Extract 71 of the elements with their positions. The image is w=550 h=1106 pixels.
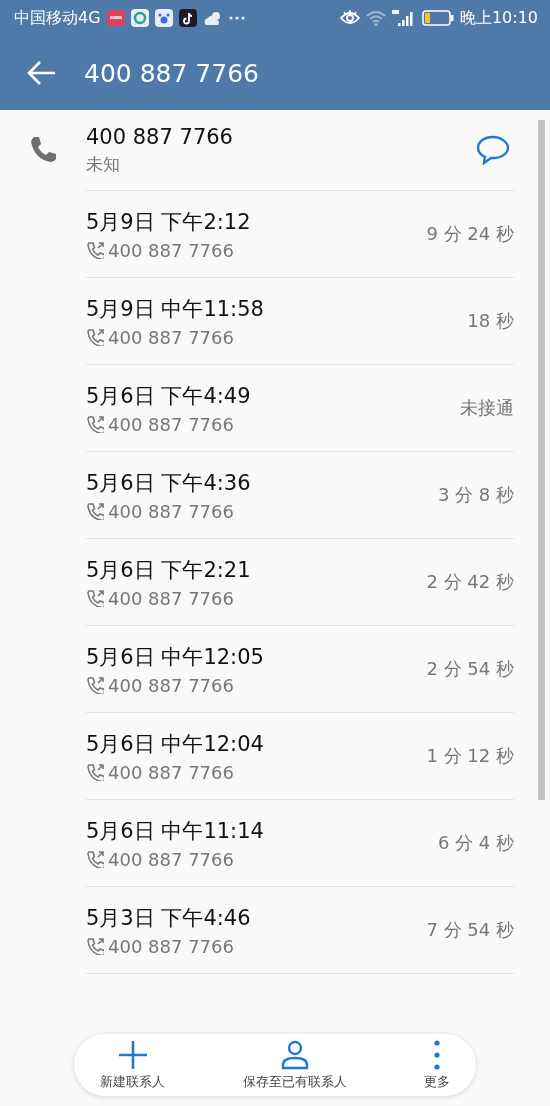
person-icon bbox=[279, 1039, 310, 1070]
message-button[interactable] bbox=[476, 135, 510, 165]
contact-label: 未知 bbox=[86, 152, 121, 176]
back-button[interactable] bbox=[26, 60, 56, 86]
outgoing-call-icon bbox=[86, 241, 104, 259]
call-number: 400 887 7766 bbox=[108, 935, 234, 957]
back-icon bbox=[26, 60, 56, 86]
call-date: 5月9日 下午2:12 bbox=[86, 208, 252, 236]
status-time: 晚上10:10 bbox=[459, 7, 538, 29]
call-number: 400 887 7766 bbox=[108, 326, 234, 348]
action-button[interactable]: 保存至已有联系人 bbox=[238, 1037, 351, 1093]
call-log-row[interactable]: 5月3日 下午4:46 400 887 7766 7 分 54 秒 bbox=[86, 886, 514, 974]
call-number: 400 887 7766 bbox=[108, 239, 234, 261]
add-icon bbox=[117, 1039, 148, 1070]
call-log-row[interactable]: 5月6日 下午4:49 400 887 7766 未接通 bbox=[86, 364, 514, 451]
outgoing-call-icon bbox=[86, 502, 104, 520]
call-date: 5月9日 中午11:58 bbox=[86, 295, 265, 323]
call-duration: 2 分 54 秒 bbox=[426, 657, 514, 681]
call-number: 400 887 7766 bbox=[108, 761, 234, 783]
weather-icon bbox=[202, 10, 223, 26]
call-duration: 1 分 12 秒 bbox=[426, 744, 514, 768]
contact-number: 400 887 7766 bbox=[86, 124, 234, 149]
call-number: 400 887 7766 bbox=[108, 674, 234, 696]
outgoing-call-icon bbox=[86, 676, 104, 694]
outgoing-call-icon bbox=[86, 328, 104, 346]
phone-icon bbox=[28, 135, 58, 165]
chat-bubble-icon bbox=[476, 135, 510, 165]
more-icon bbox=[228, 15, 245, 21]
signal-icon bbox=[391, 9, 416, 27]
call-duration: 3 分 8 秒 bbox=[437, 483, 514, 507]
call-duration: 未接通 bbox=[460, 396, 514, 420]
app-icon bbox=[106, 10, 125, 26]
outgoing-call-icon bbox=[86, 589, 104, 607]
outgoing-call-icon bbox=[86, 763, 104, 781]
call-number: 400 887 7766 bbox=[108, 413, 234, 435]
call-log-row[interactable]: 5月9日 中午11:58 400 887 7766 18 秒 bbox=[86, 277, 514, 364]
call-duration: 6 分 4 秒 bbox=[437, 831, 514, 855]
battery-icon bbox=[421, 10, 454, 26]
call-duration: 18 秒 bbox=[467, 309, 514, 333]
outgoing-call-icon bbox=[86, 937, 104, 955]
app-icon bbox=[154, 9, 173, 27]
call-date: 5月6日 中午11:14 bbox=[86, 817, 265, 845]
app-icon bbox=[130, 9, 149, 27]
page-title: 400 887 7766 bbox=[84, 58, 259, 88]
more-options-icon bbox=[434, 1039, 440, 1070]
call-date: 5月6日 下午4:49 bbox=[86, 382, 252, 410]
action-button[interactable]: 更多 bbox=[420, 1037, 454, 1093]
call-log-row[interactable]: 5月6日 下午2:21 400 887 7766 2 分 42 秒 bbox=[86, 538, 514, 625]
call-number: 400 887 7766 bbox=[108, 587, 234, 609]
call-number: 400 887 7766 bbox=[108, 500, 234, 522]
call-log-row[interactable]: 5月9日 下午2:12 400 887 7766 9 分 24 秒 bbox=[86, 190, 514, 277]
call-date: 5月6日 下午2:21 bbox=[86, 556, 252, 584]
action-button[interactable]: 新建联系人 bbox=[96, 1037, 169, 1093]
call-duration: 9 分 24 秒 bbox=[426, 222, 514, 246]
call-duration: 2 分 42 秒 bbox=[426, 570, 514, 594]
app-icon bbox=[178, 9, 197, 27]
call-duration: 7 分 54 秒 bbox=[426, 918, 514, 942]
outgoing-call-icon bbox=[86, 415, 104, 433]
carrier-name: 中国移动4G bbox=[14, 7, 101, 29]
call-log-row[interactable]: 5月6日 中午12:04 400 887 7766 1 分 12 秒 bbox=[86, 712, 514, 799]
call-date: 5月6日 中午12:05 bbox=[86, 643, 265, 671]
call-date: 5月6日 下午4:36 bbox=[86, 469, 252, 497]
call-number: 400 887 7766 bbox=[108, 848, 234, 870]
wifi-icon bbox=[365, 10, 386, 26]
eye-icon bbox=[339, 10, 360, 26]
call-log-row[interactable]: 5月6日 中午11:14 400 887 7766 6 分 4 秒 bbox=[86, 799, 514, 886]
outgoing-call-icon bbox=[86, 850, 104, 868]
call-log-row[interactable]: 5月6日 中午12:05 400 887 7766 2 分 54 秒 bbox=[86, 625, 514, 712]
call-date: 5月3日 下午4:46 bbox=[86, 904, 252, 932]
call-date: 5月6日 中午12:04 bbox=[86, 730, 265, 758]
call-log-row[interactable]: 5月6日 下午4:36 400 887 7766 3 分 8 秒 bbox=[86, 451, 514, 538]
